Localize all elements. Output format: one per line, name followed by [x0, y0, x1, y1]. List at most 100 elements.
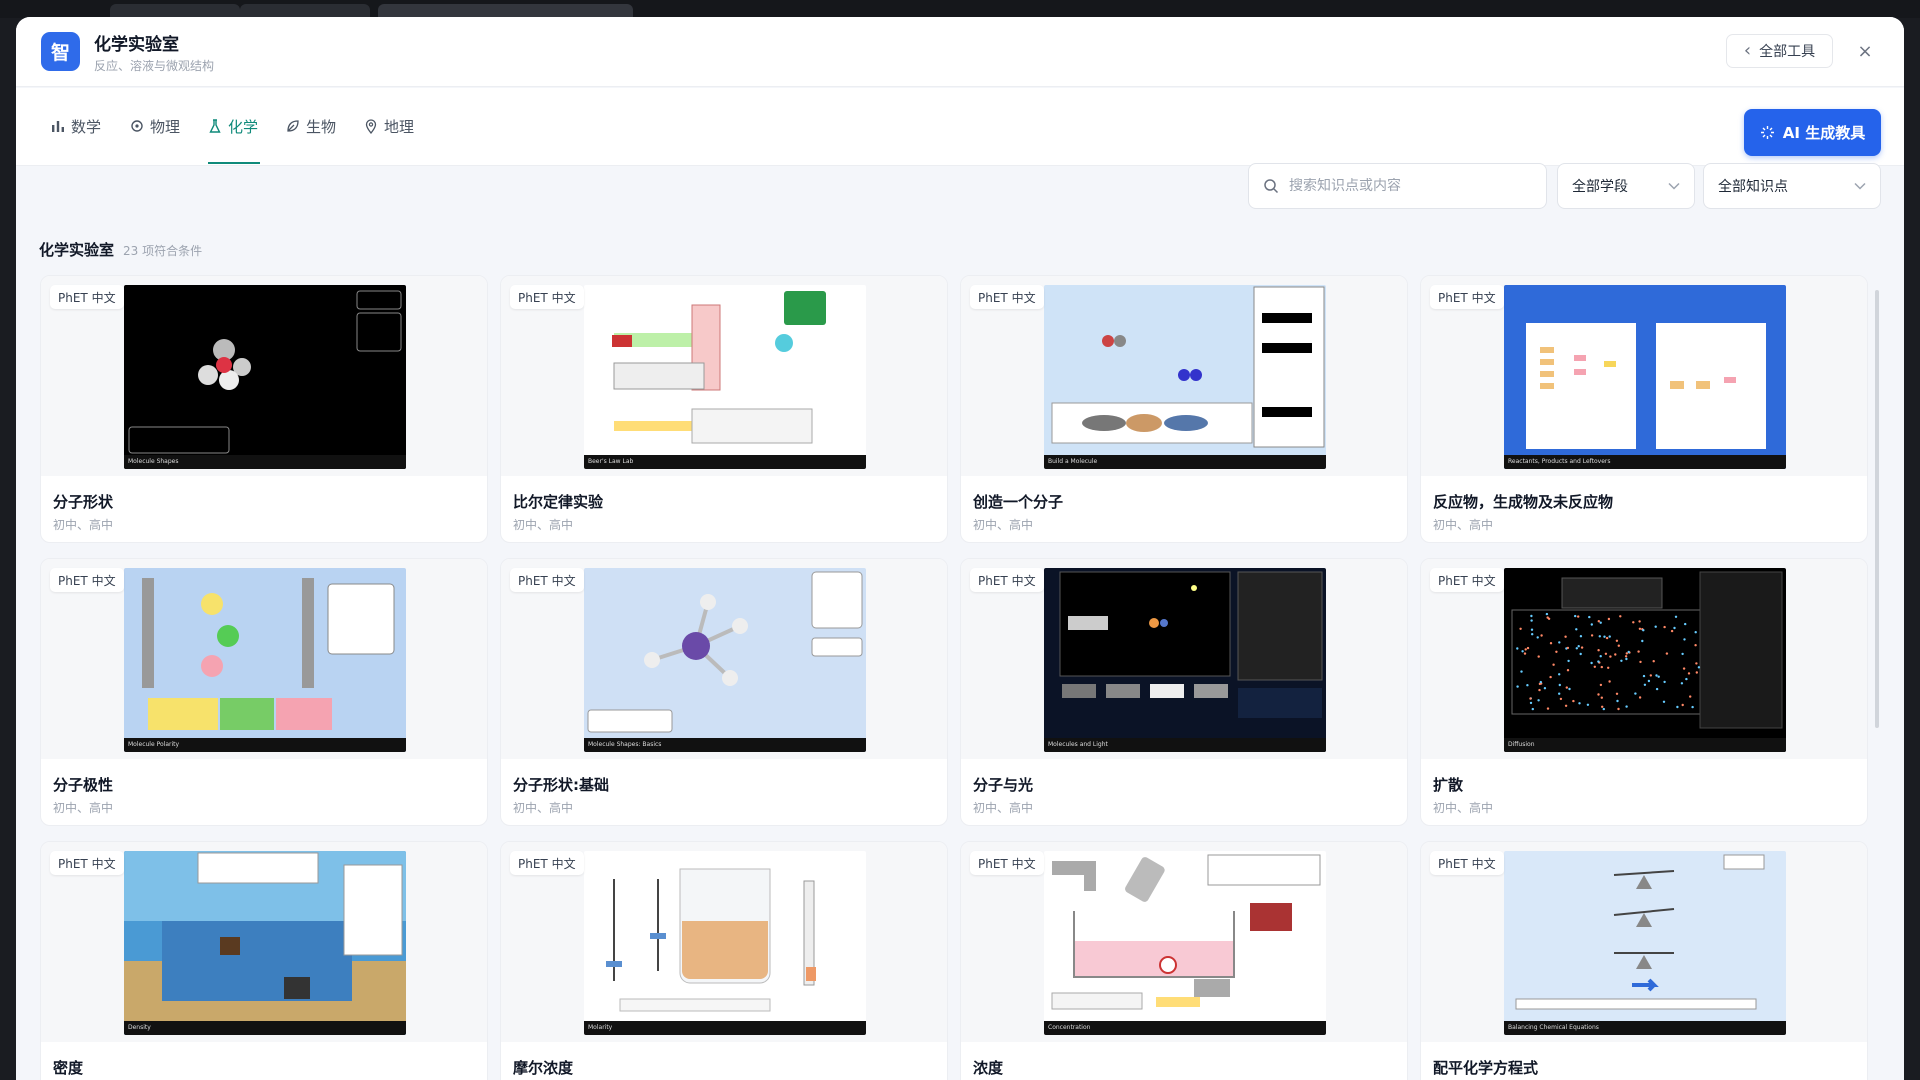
sim-card[interactable]: Molecule Shapes: Basics PhET 中文 分子形状:基础 …	[500, 558, 948, 826]
sim-footer: Build a Molecule	[1044, 455, 1326, 469]
sim-footer: Molarity	[584, 1021, 866, 1035]
content-scrollbar[interactable]	[1875, 290, 1879, 728]
all-tools-label: 全部工具	[1759, 44, 1816, 60]
thumbnail-area: Density PhET 中文	[41, 842, 487, 1042]
card-level: 初中、高中	[53, 518, 114, 532]
source-badge: PhET 中文	[1430, 568, 1504, 592]
sim-card[interactable]: Build a Molecule PhET 中文 创造一个分子 初中、高中	[960, 275, 1408, 543]
tab-label: 生物	[306, 118, 337, 136]
sim-footer: Diffusion	[1504, 738, 1786, 752]
sim-card[interactable]: Reactants, Products and Leftovers PhET 中…	[1420, 275, 1868, 543]
sim-card[interactable]: Balancing Chemical Equations PhET 中文 配平化…	[1420, 841, 1868, 1080]
sim-card[interactable]: Diffusion PhET 中文 扩散 初中、高中	[1420, 558, 1868, 826]
sim-footer: Molecules and Light	[1044, 738, 1326, 752]
topic-select-value: 全部知识点	[1718, 179, 1788, 195]
card-title: 比尔定律实验	[513, 493, 604, 511]
tab-math[interactable]: 数学	[51, 116, 101, 150]
sim-card[interactable]: Beer's Law Lab PhET 中文 比尔定律实验 初中、高中	[500, 275, 948, 543]
search-input[interactable]	[1289, 178, 1519, 194]
sim-card[interactable]: Density PhET 中文 密度	[40, 841, 488, 1080]
sim-thumbnail: Molecule Polarity	[124, 568, 406, 752]
thumbnail-area: Molecule Shapes PhET 中文	[41, 276, 487, 476]
tab-label: 地理	[384, 118, 415, 136]
search-icon	[1264, 179, 1279, 194]
sim-thumbnail: Build a Molecule	[1044, 285, 1326, 469]
thumbnail-area: Beer's Law Lab PhET 中文	[501, 276, 947, 476]
bar-chart-icon	[52, 121, 64, 132]
source-badge: PhET 中文	[510, 851, 584, 875]
sparkle-icon	[1760, 126, 1774, 139]
tab-biology[interactable]: 生物	[286, 116, 336, 150]
app-window: 智 化学实验室 反应、溶液与微观结构 ‹ 全部工具 × 数学 物理 化学 生物	[16, 17, 1904, 1080]
card-level: 初中、高中	[973, 801, 1034, 815]
sim-footer: Density	[124, 1021, 406, 1035]
sim-card[interactable]: Molecule Polarity PhET 中文 分子极性 初中、高中	[40, 558, 488, 826]
all-tools-button[interactable]: ‹ 全部工具	[1726, 34, 1833, 68]
leaf-icon	[287, 120, 299, 132]
browser-tab[interactable]	[110, 4, 240, 18]
chevron-down-icon	[1854, 182, 1866, 190]
card-title: 创造一个分子	[973, 493, 1064, 511]
tab-chemistry[interactable]: 化学	[208, 116, 260, 164]
flask-icon	[209, 119, 221, 133]
source-badge: PhET 中文	[50, 285, 124, 309]
card-level: 初中、高中	[513, 518, 574, 532]
source-badge: PhET 中文	[510, 568, 584, 592]
tab-physics[interactable]: 物理	[130, 116, 180, 150]
card-title: 扩散	[1433, 776, 1464, 794]
thumbnail-area: Molecules and Light PhET 中文	[961, 559, 1407, 759]
subject-nav: 数学 物理 化学 生物 地理 AI 生成教具	[16, 88, 1904, 166]
sim-footer: Molecule Shapes	[124, 455, 406, 469]
sim-thumbnail: Reactants, Products and Leftovers	[1504, 285, 1786, 469]
thumbnail-area: Diffusion PhET 中文	[1421, 559, 1867, 759]
thumbnail-area: Build a Molecule PhET 中文	[961, 276, 1407, 476]
card-title: 分子与光	[973, 776, 1034, 794]
card-title: 密度	[53, 1059, 84, 1077]
card-level: 初中、高中	[513, 801, 574, 815]
card-title: 浓度	[973, 1059, 1004, 1077]
source-badge: PhET 中文	[50, 851, 124, 875]
sim-footer: Concentration	[1044, 1021, 1326, 1035]
sim-thumbnail: Diffusion	[1504, 568, 1786, 752]
source-badge: PhET 中文	[970, 285, 1044, 309]
tab-label: 化学	[228, 118, 259, 136]
card-title: 摩尔浓度	[513, 1059, 574, 1077]
source-badge: PhET 中文	[970, 851, 1044, 875]
atom-icon	[131, 120, 143, 132]
ai-generate-button[interactable]: AI 生成教具	[1744, 109, 1881, 156]
sim-thumbnail: Concentration	[1044, 851, 1326, 1035]
close-icon: ×	[1857, 40, 1873, 62]
result-count: 23 项符合条件	[123, 244, 203, 258]
sim-thumbnail: Molecule Shapes	[124, 285, 406, 469]
thumbnail-area: Reactants, Products and Leftovers PhET 中…	[1421, 276, 1867, 476]
sim-card[interactable]: Molecules and Light PhET 中文 分子与光 初中、高中	[960, 558, 1408, 826]
sim-footer: Molecule Polarity	[124, 738, 406, 752]
stage-select[interactable]: 全部学段	[1557, 163, 1695, 209]
search-box[interactable]	[1248, 163, 1547, 209]
tab-label: 数学	[71, 118, 102, 136]
sim-footer: Reactants, Products and Leftovers	[1504, 455, 1786, 469]
close-button[interactable]: ×	[1854, 40, 1876, 62]
sim-thumbnail: Molecules and Light	[1044, 568, 1326, 752]
source-badge: PhET 中文	[1430, 285, 1504, 309]
os-title-bar	[0, 0, 1920, 18]
topic-select[interactable]: 全部知识点	[1703, 163, 1881, 209]
app-header: 智 化学实验室 反应、溶液与微观结构 ‹ 全部工具 ×	[16, 17, 1904, 87]
thumbnail-area: Concentration PhET 中文	[961, 842, 1407, 1042]
browser-tab[interactable]	[378, 4, 633, 18]
section-title: 化学实验室	[39, 241, 115, 259]
tab-geography[interactable]: 地理	[364, 116, 414, 150]
app-logo: 智	[41, 32, 80, 71]
sim-card[interactable]: Concentration PhET 中文 浓度	[960, 841, 1408, 1080]
source-badge: PhET 中文	[1430, 851, 1504, 875]
app-title: 化学实验室	[94, 35, 179, 55]
sim-footer: Balancing Chemical Equations	[1504, 1021, 1786, 1035]
sim-thumbnail: Beer's Law Lab	[584, 285, 866, 469]
source-badge: PhET 中文	[50, 568, 124, 592]
sim-card[interactable]: Molarity PhET 中文 摩尔浓度	[500, 841, 948, 1080]
card-level: 初中、高中	[1433, 801, 1494, 815]
card-title: 分子极性	[53, 776, 114, 794]
sim-card[interactable]: Molecule Shapes PhET 中文 分子形状 初中、高中	[40, 275, 488, 543]
sim-footer: Molecule Shapes: Basics	[584, 738, 866, 752]
browser-tab[interactable]	[240, 4, 370, 18]
